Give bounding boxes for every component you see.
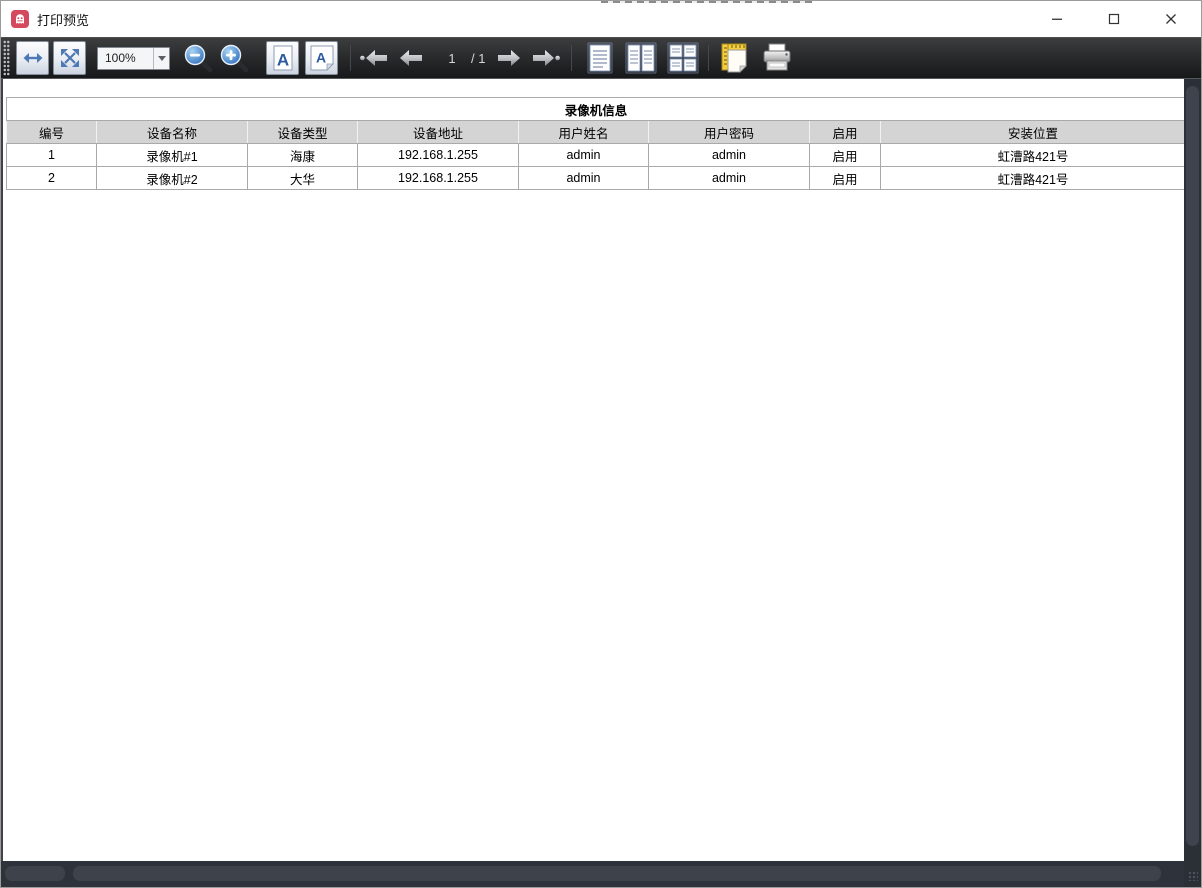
table-header-cell: 编号 <box>7 121 97 144</box>
ghost-app-icon <box>11 10 29 28</box>
fit-width-button[interactable] <box>16 41 49 75</box>
vertical-scrollbar-thumb[interactable] <box>1186 86 1199 846</box>
printer-icon <box>761 43 793 73</box>
preview-table: 录像机信息 编号 设备名称 设备类型 设备地址 用户姓名 用户密码 启用 安装位… <box>6 97 1186 190</box>
table-cell: 虹漕路421号 <box>881 167 1186 190</box>
toolbar-separator <box>708 45 709 71</box>
first-page-button[interactable] <box>359 39 389 77</box>
zoom-in-button[interactable] <box>216 39 252 77</box>
horizontal-scrollbar[interactable] <box>1 861 1184 887</box>
table-header-cell: 设备类型 <box>248 121 358 144</box>
last-page-button[interactable] <box>531 39 561 77</box>
table-cell: 录像机#2 <box>97 167 248 190</box>
print-button[interactable] <box>759 39 795 77</box>
page-count-label: / 1 <box>471 51 485 66</box>
zoom-out-icon <box>182 42 214 74</box>
table-title: 录像机信息 <box>7 98 1186 121</box>
page-portrait-button[interactable]: A <box>266 41 299 75</box>
portrait-a-icon: A <box>271 44 295 72</box>
horizontal-scrollbar-thumb[interactable] <box>73 866 1161 881</box>
zoom-level-value: 100% <box>105 51 153 65</box>
table-cell: 海康 <box>248 144 358 167</box>
current-page-field[interactable]: 1 <box>441 51 463 66</box>
vertical-scrollbar[interactable] <box>1184 79 1201 863</box>
table-cell: 启用 <box>810 167 881 190</box>
last-page-arrow-icon <box>531 48 561 68</box>
toolbar-separator <box>350 45 351 71</box>
preview-area: 录像机信息 编号 设备名称 设备类型 设备地址 用户姓名 用户密码 启用 安装位… <box>1 79 1201 887</box>
close-button[interactable] <box>1142 1 1199 37</box>
toolbar-grip-handle[interactable] <box>3 40 10 76</box>
zoom-dropdown-arrow-zone[interactable] <box>153 48 169 69</box>
scrollbar-corner <box>1184 861 1201 887</box>
two-page-icon <box>625 42 657 74</box>
svg-text:A: A <box>276 51 288 70</box>
table-cell: admin <box>519 144 649 167</box>
minimize-button[interactable] <box>1028 1 1085 37</box>
chevron-down-icon <box>158 56 166 61</box>
two-page-view-button[interactable] <box>624 39 658 77</box>
title-bar: 打印预览 <box>1 1 1201 37</box>
table-cell: admin <box>519 167 649 190</box>
table-cell: 大华 <box>248 167 358 190</box>
zoom-in-icon <box>218 42 250 74</box>
table-cell: 192.168.1.255 <box>358 167 519 190</box>
page-setup-icon <box>720 42 750 74</box>
first-page-arrow-icon <box>359 48 389 68</box>
toolbar: 100% <box>1 37 1201 79</box>
table-header-cell: 用户密码 <box>649 121 810 144</box>
table-cell: 启用 <box>810 144 881 167</box>
window-controls <box>1028 1 1199 37</box>
maximize-button[interactable] <box>1085 1 1142 37</box>
next-page-button[interactable] <box>495 39 523 77</box>
table-cell: 2 <box>7 167 97 190</box>
table-header-cell: 安装位置 <box>881 121 1186 144</box>
fit-width-icon <box>22 47 44 69</box>
print-preview-window: 打印预览 <box>0 0 1202 888</box>
maximize-icon <box>1108 13 1120 25</box>
table-header-cell: 设备地址 <box>358 121 519 144</box>
table-cell: 虹漕路421号 <box>881 144 1186 167</box>
table-cell: admin <box>649 144 810 167</box>
four-page-icon <box>667 42 699 74</box>
table-cell: 1 <box>7 144 97 167</box>
prev-page-arrow-icon <box>398 48 424 68</box>
table-header-cell: 启用 <box>810 121 881 144</box>
page-landscape-button[interactable]: A <box>305 41 338 75</box>
window-title: 打印预览 <box>37 10 89 29</box>
toolbar-separator <box>571 45 572 71</box>
horizontal-scrollbar-segment[interactable] <box>5 866 65 881</box>
table-cell: admin <box>649 167 810 190</box>
single-page-view-button[interactable] <box>584 39 616 77</box>
table-header-row: 编号 设备名称 设备类型 设备地址 用户姓名 用户密码 启用 安装位置 <box>7 121 1186 144</box>
prev-page-button[interactable] <box>397 39 425 77</box>
table-header-cell: 设备名称 <box>97 121 248 144</box>
fit-page-icon <box>59 47 81 69</box>
zoom-level-dropdown[interactable]: 100% <box>97 47 170 70</box>
zoom-out-button[interactable] <box>180 39 216 77</box>
svg-text:A: A <box>315 50 325 66</box>
page-left-edge <box>1 79 3 863</box>
page-setup-button[interactable] <box>719 39 751 77</box>
landscape-a-icon: A <box>309 44 335 72</box>
table-header-cell: 用户姓名 <box>519 121 649 144</box>
next-page-arrow-icon <box>496 48 522 68</box>
background-window-artifact <box>601 1 813 3</box>
table-cell: 录像机#1 <box>97 144 248 167</box>
table-cell: 192.168.1.255 <box>358 144 519 167</box>
fit-page-button[interactable] <box>53 41 86 75</box>
close-icon <box>1165 13 1177 25</box>
single-page-icon <box>587 42 613 74</box>
table-row: 2 录像机#2 大华 192.168.1.255 admin admin 启用 … <box>7 167 1186 190</box>
minimize-icon <box>1051 13 1063 25</box>
resize-grip-icon[interactable] <box>1188 871 1198 881</box>
table-row: 1 录像机#1 海康 192.168.1.255 admin admin 启用 … <box>7 144 1186 167</box>
four-page-view-button[interactable] <box>666 39 700 77</box>
